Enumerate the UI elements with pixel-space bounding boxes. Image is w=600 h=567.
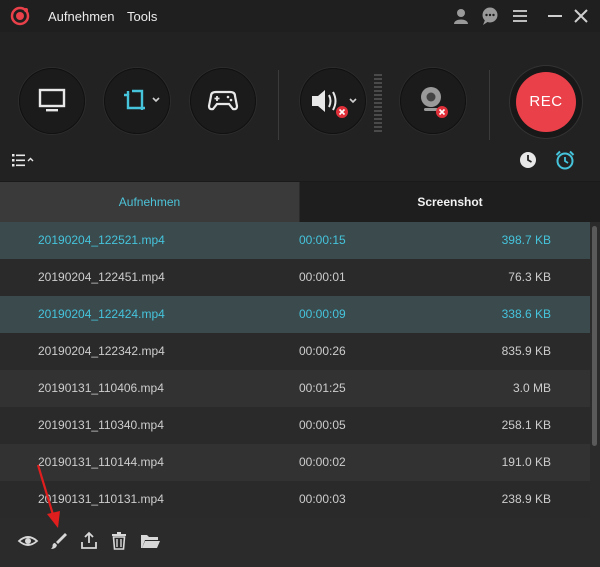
panel-divider [278, 70, 279, 140]
rec-button[interactable]: REC [510, 66, 582, 138]
menu-aufnehmen[interactable]: Aufnehmen [48, 9, 115, 24]
minimize-icon[interactable] [545, 6, 565, 26]
open-folder-icon[interactable] [139, 530, 161, 552]
annotation-arrow [36, 464, 60, 528]
table-row[interactable]: 20190204_122342.mp4 00:00:26 835.9 KB [0, 333, 590, 370]
table-row[interactable]: 20190131_110406.mp4 00:01:25 3.0 MB [0, 370, 590, 407]
table-row[interactable]: 20190131_110340.mp4 00:00:05 258.1 KB [0, 407, 590, 444]
file-size: 76.3 KB [508, 270, 551, 284]
file-size: 258.1 KB [501, 418, 551, 432]
upload-icon[interactable] [78, 530, 100, 552]
file-duration: 00:00:09 [299, 307, 346, 321]
webcam-button[interactable] [400, 68, 466, 134]
monitor-icon [38, 88, 66, 112]
table-row[interactable]: 20190204_122451.mp4 00:00:01 76.3 KB [0, 259, 590, 296]
table-row[interactable]: 20190204_122424.mp4 00:00:09 338.6 KB [0, 296, 590, 333]
history-clock-icon[interactable] [518, 150, 538, 170]
gamepad-icon [207, 90, 239, 111]
tab-bar: Aufnehmen Screenshot [0, 182, 600, 222]
menu-icon[interactable] [510, 6, 530, 26]
account-icon[interactable] [451, 6, 471, 26]
file-duration: 00:00:05 [299, 418, 346, 432]
app-window: Aufnehmen Tools REC Aufnehmen Screenshot… [0, 0, 600, 567]
volume-meter [374, 74, 382, 132]
table-row[interactable]: 20190131_110144.mp4 00:00:02 191.0 KB [0, 444, 590, 481]
delete-trash-icon[interactable] [108, 530, 130, 552]
file-duration: 00:00:26 [299, 344, 346, 358]
file-duration: 00:00:01 [299, 270, 346, 284]
logo-icon [10, 6, 30, 26]
table-row[interactable]: 20190131_110131.mp4 00:00:03 238.9 KB [0, 481, 590, 518]
title-bar: Aufnehmen Tools [0, 0, 600, 32]
recording-list: 20190204_122521.mp4 00:00:15 398.7 KB 20… [0, 222, 600, 522]
panel-divider-2 [489, 70, 490, 140]
crop-icon [124, 89, 160, 110]
game-mode-button[interactable] [190, 68, 256, 134]
rec-label: REC [516, 72, 576, 132]
file-name: 20190204_122451.mp4 [38, 270, 165, 284]
close-icon[interactable] [571, 6, 591, 26]
file-size: 3.0 MB [512, 381, 551, 395]
region-crop-button[interactable] [104, 68, 170, 134]
file-duration: 00:00:15 [299, 233, 346, 247]
tab-screenshot[interactable]: Screenshot [300, 182, 600, 222]
file-duration: 00:00:03 [299, 492, 346, 506]
webcam-off-icon [421, 87, 448, 118]
file-size: 398.7 KB [501, 233, 551, 247]
file-size: 238.9 KB [501, 492, 551, 506]
menu-tools[interactable]: Tools [127, 9, 157, 24]
file-size: 835.9 KB [501, 344, 551, 358]
file-size: 191.0 KB [501, 455, 551, 469]
system-sound-button[interactable] [300, 68, 366, 134]
file-duration: 00:00:02 [299, 455, 346, 469]
file-size: 338.6 KB [501, 307, 551, 321]
speaker-muted-icon [312, 90, 357, 118]
table-row[interactable]: 20190204_122521.mp4 00:00:15 398.7 KB [0, 222, 590, 259]
list-options-icon[interactable] [11, 152, 37, 168]
file-name: 20190204_122521.mp4 [38, 233, 165, 247]
chat-icon[interactable] [480, 6, 500, 26]
tab-aufnehmen[interactable]: Aufnehmen [0, 182, 299, 222]
list-scrollbar[interactable] [592, 226, 597, 446]
file-duration: 00:01:25 [299, 381, 346, 395]
alarm-clock-icon[interactable] [554, 149, 576, 171]
full-screen-button[interactable] [19, 68, 85, 134]
file-name: 20190204_122342.mp4 [38, 344, 165, 358]
record-control-panel: REC [0, 32, 600, 182]
bottom-toolbar [0, 522, 600, 567]
file-name: 20190131_110340.mp4 [38, 418, 164, 432]
file-name: 20190131_110406.mp4 [38, 381, 164, 395]
file-name: 20190204_122424.mp4 [38, 307, 165, 321]
